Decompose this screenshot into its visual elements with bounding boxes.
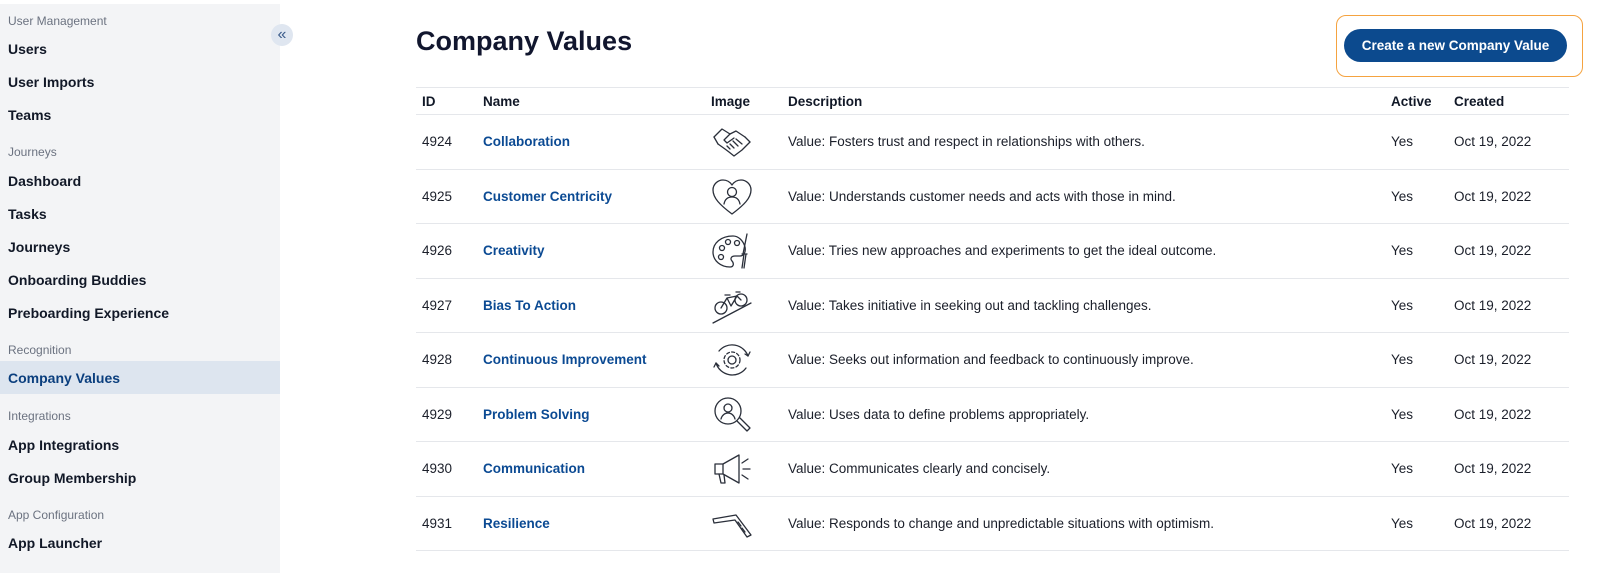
column-header-created[interactable]: Created xyxy=(1454,94,1504,109)
cell-description: Value: Uses data to define problems appr… xyxy=(788,406,1090,422)
gear-cycle-icon xyxy=(711,341,753,379)
value-name-link[interactable]: Creativity xyxy=(483,243,545,258)
megaphone-icon xyxy=(711,450,753,488)
cell-created: Oct 19, 2022 xyxy=(1454,243,1532,258)
handshake-icon xyxy=(711,123,753,161)
value-name-link[interactable]: Resilience xyxy=(483,516,550,531)
section-label-user-management: User Management xyxy=(8,14,107,28)
value-name-link[interactable]: Collaboration xyxy=(483,134,570,149)
cell-description: Value: Tries new approaches and experime… xyxy=(788,243,1217,258)
table-row: 4927 Bias To Action Value: Takes initiat… xyxy=(416,279,1569,333)
cell-active: Yes xyxy=(1391,134,1414,149)
sidebar-item-preboarding-experience[interactable]: Preboarding Experience xyxy=(0,296,280,329)
table-row: 4929 Problem Solving Value: Uses data to… xyxy=(416,388,1569,442)
cell-created: Oct 19, 2022 xyxy=(1454,352,1532,367)
cell-created: Oct 19, 2022 xyxy=(1454,515,1532,531)
sidebar: User Management Users User Imports Teams… xyxy=(0,4,280,573)
cell-active: Yes xyxy=(1391,461,1414,476)
page-title: Company Values xyxy=(416,26,633,56)
cell-id: 4929 xyxy=(422,406,453,422)
table-row: 4930 Communication Value: Communicates c… xyxy=(416,442,1569,497)
cell-description: Value: Understands customer needs and ac… xyxy=(788,188,1176,204)
cell-created: Oct 19, 2022 xyxy=(1454,406,1532,422)
cell-active: Yes xyxy=(1391,406,1414,422)
create-company-value-button[interactable]: Create a new Company Value xyxy=(1344,29,1567,62)
cell-id: 4926 xyxy=(422,243,453,258)
sidebar-item-dashboard[interactable]: Dashboard xyxy=(0,164,280,197)
column-header-description: Description xyxy=(788,94,863,109)
table-row: 4926 Creativity Value: Tries new approac… xyxy=(416,224,1569,279)
section-label-recognition: Recognition xyxy=(8,343,72,357)
cell-created: Oct 19, 2022 xyxy=(1454,188,1532,204)
cell-id: 4931 xyxy=(422,515,453,531)
chevrons-left-icon[interactable]: « xyxy=(271,24,293,46)
cell-description: Value: Fosters trust and respect in rela… xyxy=(788,134,1145,149)
value-name-link[interactable]: Problem Solving xyxy=(483,407,590,422)
sidebar-item-tasks[interactable]: Tasks xyxy=(0,197,280,230)
cell-created: Oct 19, 2022 xyxy=(1454,134,1532,149)
table-row: 4924 Collaboration Value: Fosters trust … xyxy=(416,115,1569,170)
sidebar-item-users[interactable]: Users xyxy=(0,32,280,65)
value-name-link[interactable]: Continuous Improvement xyxy=(483,352,647,367)
palette-icon xyxy=(711,232,753,270)
cell-id: 4924 xyxy=(422,134,453,149)
value-name-link[interactable]: Bias To Action xyxy=(483,298,576,313)
cell-active: Yes xyxy=(1391,188,1414,204)
boomerang-icon xyxy=(711,505,753,543)
table-row: 4931 Resilience Value: Responds to chang… xyxy=(416,497,1569,551)
cell-description: Value: Seeks out information and feedbac… xyxy=(788,352,1194,367)
column-header-name[interactable]: Name xyxy=(483,94,520,109)
sidebar-item-app-integrations[interactable]: App Integrations xyxy=(0,428,280,461)
app: User Management Users User Imports Teams… xyxy=(0,0,1600,573)
table-row: 4925 Customer Centricity Value: Understa… xyxy=(416,170,1569,224)
table-row: 4928 Continuous Improvement Value: Seeks… xyxy=(416,333,1569,388)
value-name-link[interactable]: Customer Centricity xyxy=(483,189,612,204)
cell-active: Yes xyxy=(1391,243,1414,258)
cell-active: Yes xyxy=(1391,297,1414,313)
cell-id: 4928 xyxy=(422,352,453,367)
cell-id: 4927 xyxy=(422,297,453,313)
sidebar-item-journeys[interactable]: Journeys xyxy=(0,230,280,263)
heart-person-icon xyxy=(711,178,753,216)
sidebar-item-onboarding-buddies[interactable]: Onboarding Buddies xyxy=(0,263,280,296)
sidebar-item-teams[interactable]: Teams xyxy=(0,98,280,131)
section-label-integrations: Integrations xyxy=(8,409,71,423)
section-label-app-configuration: App Configuration xyxy=(8,508,105,522)
cell-description: Value: Takes initiative in seeking out a… xyxy=(788,297,1152,313)
column-header-image: Image xyxy=(711,94,751,109)
column-header-active[interactable]: Active xyxy=(1391,94,1432,109)
cell-created: Oct 19, 2022 xyxy=(1454,461,1532,476)
cell-active: Yes xyxy=(1391,515,1414,531)
bicycle-uphill-icon xyxy=(711,287,753,325)
value-name-link[interactable]: Communication xyxy=(483,461,585,476)
cell-id: 4925 xyxy=(422,188,453,204)
column-header-id[interactable]: ID xyxy=(422,94,436,109)
company-values-table: ID Name Image Description Active Created… xyxy=(416,87,1569,551)
table-header: ID Name Image Description Active Created xyxy=(416,87,1569,115)
sidebar-item-group-membership[interactable]: Group Membership xyxy=(0,461,280,494)
sidebar-item-app-launcher[interactable]: App Launcher xyxy=(0,526,280,559)
cell-created: Oct 19, 2022 xyxy=(1454,297,1532,313)
cell-active: Yes xyxy=(1391,352,1414,367)
sidebar-item-user-imports[interactable]: User Imports xyxy=(0,65,280,98)
cell-description: Value: Responds to change and unpredicta… xyxy=(788,515,1215,531)
section-label-journeys: Journeys xyxy=(8,145,57,159)
magnifier-person-icon xyxy=(711,396,753,434)
sidebar-item-company-values[interactable]: Company Values xyxy=(0,361,280,394)
cell-id: 4930 xyxy=(422,461,453,476)
cell-description: Value: Communicates clearly and concisel… xyxy=(788,461,1051,476)
